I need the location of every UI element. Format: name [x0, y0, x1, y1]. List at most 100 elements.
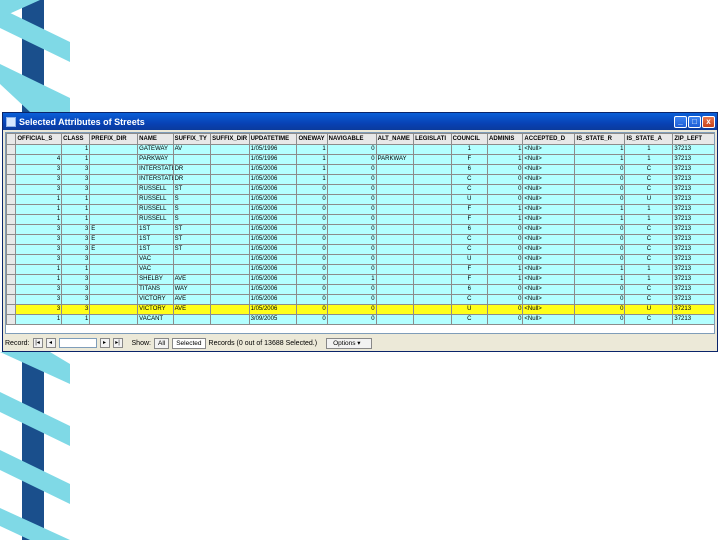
- column-header[interactable]: PREFIX_DIR: [89, 133, 139, 145]
- table-cell[interactable]: [210, 274, 250, 285]
- table-cell[interactable]: INTERSTATE: [137, 164, 174, 175]
- table-cell[interactable]: 1: [296, 144, 328, 155]
- table-row[interactable]: 3 3 VICTORY AVE 1/05/2006 0 0 U 0 <Null> 0 U 37213: [6, 304, 714, 315]
- table-cell[interactable]: 1: [61, 144, 91, 155]
- table-cell[interactable]: 0: [574, 194, 626, 205]
- table-cell[interactable]: 0: [326, 264, 377, 275]
- table-cell[interactable]: [210, 244, 250, 255]
- table-cell[interactable]: 0: [574, 224, 626, 235]
- table-cell[interactable]: 0: [326, 214, 377, 225]
- row-selector[interactable]: [6, 234, 17, 245]
- table-cell[interactable]: [375, 304, 415, 315]
- table-cell[interactable]: U: [624, 194, 674, 205]
- column-header[interactable]: ZIP_LEFT: [672, 133, 714, 145]
- table-cell[interactable]: 0: [487, 314, 524, 325]
- first-record-button[interactable]: |◂: [32, 338, 43, 348]
- table-row[interactable]: 3 3 RUSSELL ST 1/05/2006 0 0 C 0 <Null> 0 C 37213: [6, 184, 714, 195]
- column-header[interactable]: ADMINIS: [487, 133, 524, 145]
- table-cell[interactable]: 1ST: [137, 224, 174, 235]
- table-row[interactable]: 1 1 RUSSELL S 1/05/2006 0 0 F 1 <Null> 1 1 37213: [6, 204, 714, 215]
- table-cell[interactable]: [413, 184, 452, 195]
- table-cell[interactable]: ST: [172, 234, 212, 245]
- table-cell[interactable]: 1: [574, 264, 626, 275]
- column-header[interactable]: IS_STATE_R: [574, 133, 626, 145]
- show-all-button[interactable]: All: [153, 337, 170, 349]
- table-cell[interactable]: 3: [15, 164, 63, 175]
- table-cell[interactable]: 1: [624, 204, 674, 215]
- table-cell[interactable]: 1: [487, 264, 524, 275]
- table-cell[interactable]: 0: [487, 164, 524, 175]
- table-cell[interactable]: S: [172, 204, 212, 215]
- table-cell[interactable]: 0: [296, 204, 328, 215]
- table-cell[interactable]: <Null>: [522, 144, 576, 155]
- table-cell[interactable]: C: [450, 184, 489, 195]
- column-header[interactable]: ONEWAY: [296, 133, 328, 145]
- table-cell[interactable]: 37213: [672, 254, 714, 265]
- table-cell[interactable]: [375, 314, 415, 325]
- show-selected-button[interactable]: Selected: [172, 337, 206, 349]
- table-cell[interactable]: 0: [326, 254, 377, 265]
- table-cell[interactable]: 1: [487, 144, 524, 155]
- table-cell[interactable]: 1/05/2006: [248, 164, 298, 175]
- table-cell[interactable]: <Null>: [522, 194, 576, 205]
- table-cell[interactable]: C: [624, 244, 674, 255]
- table-cell[interactable]: 37213: [672, 174, 714, 185]
- column-header[interactable]: NAME: [137, 133, 174, 145]
- table-cell[interactable]: S: [172, 194, 212, 205]
- table-cell[interactable]: 0: [326, 284, 377, 295]
- table-cell[interactable]: [413, 264, 452, 275]
- table-cell[interactable]: 6: [450, 284, 489, 295]
- table-cell[interactable]: 0: [296, 314, 328, 325]
- table-cell[interactable]: 1: [61, 314, 91, 325]
- table-row[interactable]: 3 3 VICTORY AVE 1/05/2006 0 0 C 0 <Null> 0 C 37213: [6, 294, 714, 305]
- table-cell[interactable]: 3: [61, 224, 91, 235]
- table-cell[interactable]: DR: [172, 174, 212, 185]
- table-cell[interactable]: 0: [574, 304, 626, 315]
- table-cell[interactable]: C: [450, 234, 489, 245]
- table-cell[interactable]: C: [450, 314, 489, 325]
- table-cell[interactable]: 0: [487, 304, 524, 315]
- column-header[interactable]: IS_STATE_A: [624, 133, 674, 145]
- table-cell[interactable]: 3: [61, 304, 91, 315]
- table-cell[interactable]: AV: [172, 144, 212, 155]
- table-cell[interactable]: [210, 184, 250, 195]
- table-cell[interactable]: 0: [326, 234, 377, 245]
- row-selector[interactable]: [6, 174, 17, 185]
- table-cell[interactable]: 1/05/2006: [248, 284, 298, 295]
- table-cell[interactable]: PARKWAY: [137, 154, 174, 165]
- table-cell[interactable]: SHELBY: [137, 274, 174, 285]
- row-selector[interactable]: [6, 274, 17, 285]
- table-cell[interactable]: 1: [574, 214, 626, 225]
- table-cell[interactable]: 6: [450, 224, 489, 235]
- table-cell[interactable]: 0: [296, 184, 328, 195]
- table-cell[interactable]: VAC: [137, 264, 174, 275]
- table-cell[interactable]: AVE: [172, 274, 212, 285]
- table-cell[interactable]: [210, 174, 250, 185]
- table-cell[interactable]: 1: [624, 214, 674, 225]
- table-cell[interactable]: 1: [296, 174, 328, 185]
- table-row[interactable]: 3 3 INTERSTATE DR 1/05/2006 1 0 6 0 <Null> 0 C 37213: [6, 164, 714, 175]
- table-cell[interactable]: [210, 164, 250, 175]
- table-cell[interactable]: 1: [574, 154, 626, 165]
- table-cell[interactable]: 37213: [672, 144, 714, 155]
- table-cell[interactable]: WAY: [172, 284, 212, 295]
- table-cell[interactable]: E: [89, 234, 139, 245]
- table-cell[interactable]: 3: [61, 184, 91, 195]
- table-cell[interactable]: 0: [487, 234, 524, 245]
- table-cell[interactable]: [375, 254, 415, 265]
- table-cell[interactable]: <Null>: [522, 244, 576, 255]
- table-cell[interactable]: 37213: [672, 294, 714, 305]
- row-selector[interactable]: [6, 204, 17, 215]
- table-cell[interactable]: 1/05/2006: [248, 234, 298, 245]
- table-row[interactable]: 1 GATEWAY AV 1/05/1996 1 0 1 1 <Null> 1 1 37213: [6, 144, 714, 155]
- table-cell[interactable]: 0: [296, 244, 328, 255]
- table-cell[interactable]: 0: [326, 314, 377, 325]
- table-cell[interactable]: [413, 144, 452, 155]
- table-cell[interactable]: F: [450, 154, 489, 165]
- table-cell[interactable]: [210, 234, 250, 245]
- table-cell[interactable]: <Null>: [522, 314, 576, 325]
- table-row[interactable]: 1 3 SHELBY AVE 1/05/2006 0 1 F 1 <Null> 1 1 37213: [6, 274, 714, 285]
- table-cell[interactable]: 0: [326, 144, 377, 155]
- table-cell[interactable]: 1: [574, 204, 626, 215]
- table-cell[interactable]: 0: [326, 304, 377, 315]
